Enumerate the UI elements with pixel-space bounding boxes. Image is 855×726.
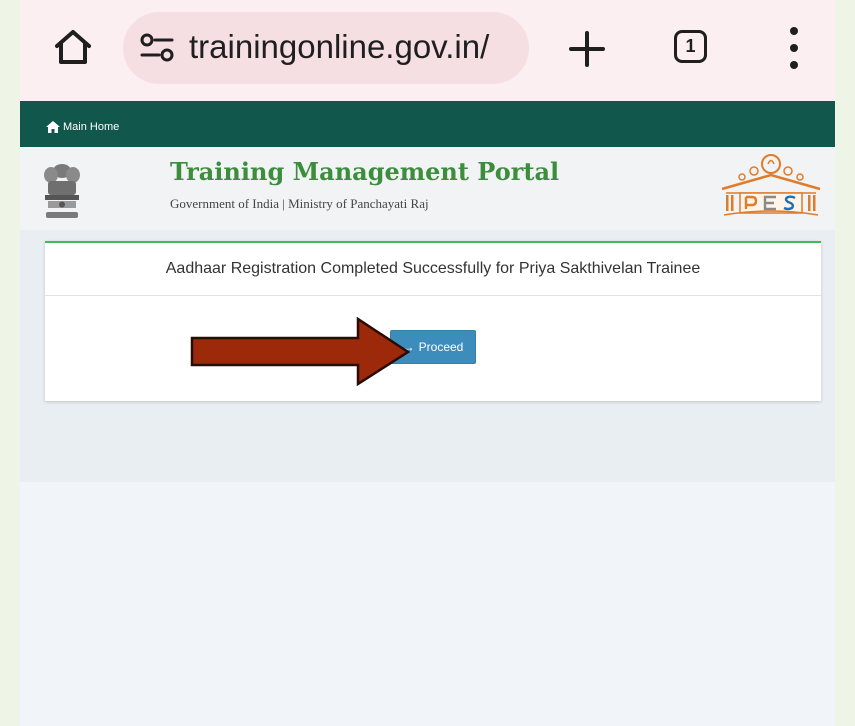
main-home-link[interactable]: Main Home — [46, 121, 119, 133]
portal-header: Training Management Portal Government of… — [20, 147, 835, 230]
new-tab-plus-icon — [569, 31, 605, 67]
main-home-label: Main Home — [63, 121, 120, 133]
address-bar[interactable]: trainingonline.gov.in/ — [123, 12, 529, 84]
success-message: Aadhaar Registration Completed Successfu… — [45, 243, 821, 296]
url-text[interactable]: trainingonline.gov.in/ — [189, 29, 519, 65]
portal-subtitle: Government of India | Ministry of Pancha… — [170, 196, 429, 211]
new-tab-button[interactable] — [565, 27, 609, 71]
content-area: Aadhaar Registration Completed Successfu… — [20, 230, 835, 482]
national-emblem-logo — [44, 164, 80, 218]
annotation-arrow-icon — [190, 317, 411, 387]
pes-logo — [721, 154, 821, 216]
registration-card: Aadhaar Registration Completed Successfu… — [45, 241, 821, 401]
portal-title: Training Management Portal — [170, 157, 560, 186]
browser-toolbar: trainingonline.gov.in/ 1 — [20, 0, 835, 101]
proceed-label: Proceed — [418, 340, 464, 354]
more-vert-icon[interactable] — [784, 27, 804, 69]
site-topbar: Main Home — [20, 101, 835, 147]
screenshot-frame: trainingonline.gov.in/ 1 Main Home Train… — [20, 0, 835, 726]
browser-home-button[interactable] — [48, 24, 98, 70]
tab-switcher-icon[interactable]: 1 — [674, 30, 707, 63]
site-settings-icon[interactable] — [138, 32, 176, 64]
home-icon — [55, 30, 91, 64]
home-small-icon — [46, 121, 60, 133]
tab-count: 1 — [685, 36, 696, 56]
